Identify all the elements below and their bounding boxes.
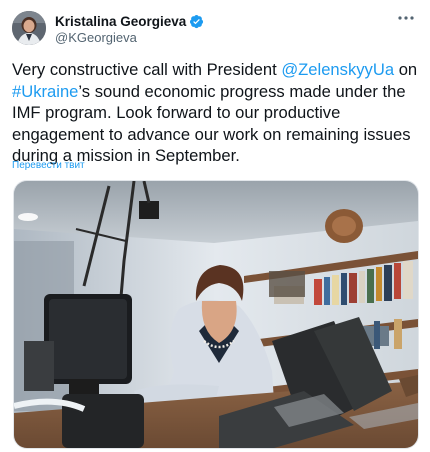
tweet-text-part: on [394,60,418,79]
hashtag-link[interactable]: #Ukraine [12,82,78,101]
author-handle[interactable]: @KGeorgieva [55,30,137,45]
avatar[interactable] [12,11,46,45]
mention-link[interactable]: @ZelenskyyUa [281,60,394,79]
translate-tweet-link[interactable]: Перевести твит [12,160,85,171]
tweet-card: Kristalina Georgieva @KGeorgieva Very co… [0,0,430,452]
more-options-icon[interactable] [396,10,416,26]
author-name-row: Kristalina Georgieva [55,14,204,29]
verified-badge-icon [189,14,204,29]
author-display-name[interactable]: Kristalina Georgieva [55,14,186,29]
tweet-text: Very constructive call with President @Z… [12,59,422,167]
tweet-text-part: Very constructive call with President [12,60,282,79]
tweet-photo[interactable] [13,180,419,449]
